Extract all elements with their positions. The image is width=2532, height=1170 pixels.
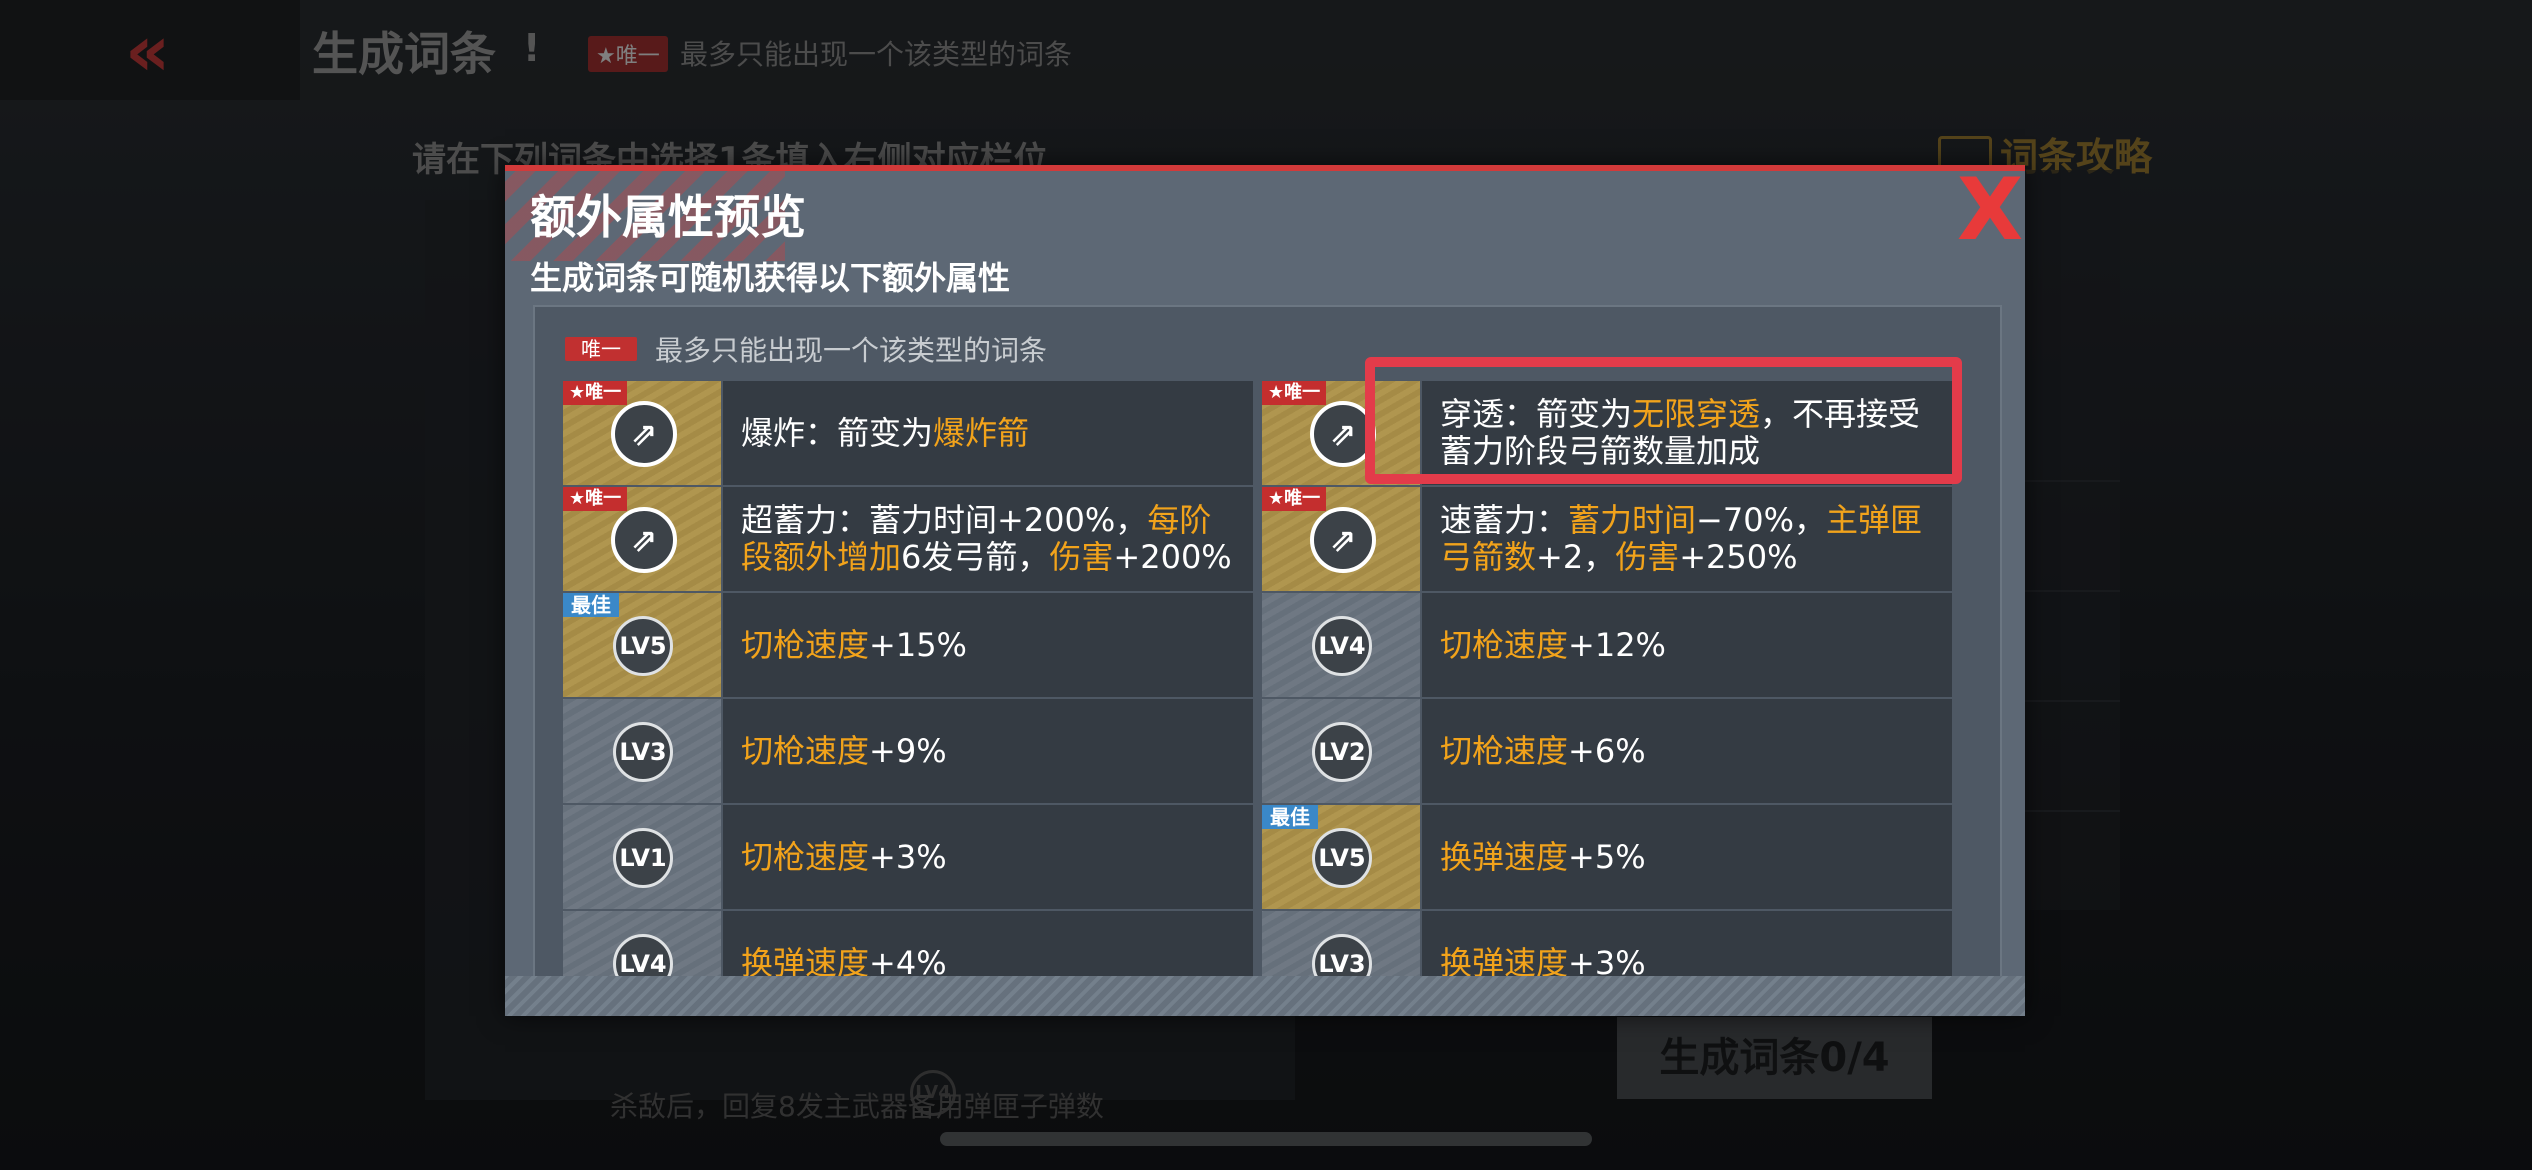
unique-badge: ★唯一 xyxy=(563,487,628,511)
highlight-text: 爆炸箭 xyxy=(933,413,1030,452)
unique-badge: ★唯一 xyxy=(1262,381,1327,405)
attribute-text-box: 切枪速度+6% xyxy=(1422,699,1952,803)
attribute-description: 切枪速度+6% xyxy=(1440,699,1940,803)
arrow-skill-icon: ⇗ xyxy=(1310,507,1376,573)
plain-text: 超蓄力：蓄力时间+200%， xyxy=(741,501,1148,539)
plain-text: 爆炸：箭变为 xyxy=(741,413,934,452)
attribute-description: 切枪速度+3% xyxy=(741,805,1241,909)
highlight-text: 换弹速度 xyxy=(741,943,870,979)
modal-title: 额外属性预览 xyxy=(530,190,806,244)
best-badge: 最佳 xyxy=(1262,805,1318,829)
attribute-description: 速蓄力：蓄力时间−70%，主弹匣弓箭数+2，伤害+250% xyxy=(1440,487,1940,591)
attribute-icon-box: LV2 xyxy=(1262,699,1420,803)
attribute-icon-box: LV4 xyxy=(563,911,721,977)
level-icon: LV4 xyxy=(613,934,673,977)
plain-text: +9% xyxy=(869,731,947,770)
attribute-description: 换弹速度+3% xyxy=(1440,911,1940,979)
unique-badge: ★唯一 xyxy=(1262,487,1327,511)
plain-text: −70%， xyxy=(1696,501,1826,539)
plain-text: +4% xyxy=(869,943,947,979)
arrow-skill-icon: ⇗ xyxy=(611,401,677,467)
highlight-text: 蓄力时间 xyxy=(1568,501,1697,539)
attribute-text-box: 超蓄力：蓄力时间+200%，每阶段额外增加6发弓箭，伤害+200% xyxy=(723,487,1253,591)
plain-text: +12% xyxy=(1568,625,1666,664)
attribute-preview-modal: 额外属性预览 X 生成词条可随机获得以下额外属性 唯一 最多只能出现一个该类型的… xyxy=(505,165,2025,1016)
highlight-text: 切枪速度 xyxy=(1440,625,1569,664)
attribute-text-box: 切枪速度+9% xyxy=(723,699,1253,803)
level-icon: LV5 xyxy=(1312,828,1372,888)
level-icon: LV2 xyxy=(1312,722,1372,782)
attribute-description: 爆炸：箭变为爆炸箭 xyxy=(741,381,1241,485)
attribute-text-box: 爆炸：箭变为爆炸箭 xyxy=(723,381,1253,485)
close-button[interactable]: X xyxy=(1955,167,2025,253)
level-icon: LV3 xyxy=(1312,934,1372,977)
bottom-stripes xyxy=(505,976,2025,1016)
attribute-text-box: 速蓄力：蓄力时间−70%，主弹匣弓箭数+2，伤害+250% xyxy=(1422,487,1952,591)
level-icon: LV5 xyxy=(613,616,673,676)
highlight-text: 切枪速度 xyxy=(1440,731,1569,770)
attribute-text-box: 切枪速度+12% xyxy=(1422,593,1952,697)
plain-text: +3% xyxy=(869,837,947,876)
highlight-text: 伤害 xyxy=(1615,538,1680,576)
highlight-text: 切枪速度 xyxy=(741,837,870,876)
attribute-text-box: 切枪速度+15% xyxy=(723,593,1253,697)
plain-text: 速蓄力： xyxy=(1440,501,1569,539)
level-icon: LV3 xyxy=(613,722,673,782)
highlight-text: 伤害 xyxy=(1049,538,1114,576)
attribute-description: 换弹速度+5% xyxy=(1440,805,1940,909)
plain-text: +2， xyxy=(1536,538,1616,576)
attribute-icon-box: LV3 xyxy=(563,699,721,803)
attribute-icon-box: LV1 xyxy=(563,805,721,909)
legend-text: 最多只能出现一个该类型的词条 xyxy=(655,334,1048,367)
attribute-icon-box: ⇗ ★唯一 xyxy=(563,381,721,485)
plain-text: 6发弓箭， xyxy=(901,538,1050,576)
attribute-text-box: 换弹速度+4% xyxy=(723,911,1253,979)
plain-text: +3% xyxy=(1568,943,1646,979)
attribute-icon-box: ⇗ ★唯一 xyxy=(563,487,721,591)
attribute-text-box: 切枪速度+3% xyxy=(723,805,1253,909)
highlight-text: 切枪速度 xyxy=(741,731,870,770)
plain-text: +15% xyxy=(869,625,967,664)
attribute-description: 切枪速度+12% xyxy=(1440,593,1940,697)
legend-unique-tag: 唯一 xyxy=(565,337,637,361)
highlight-frame xyxy=(1365,357,1962,484)
attribute-icon-box: LV5 最佳 xyxy=(563,593,721,697)
attribute-icon-box: LV3 xyxy=(1262,911,1420,977)
plain-text: +250% xyxy=(1679,538,1798,576)
arrow-skill-icon: ⇗ xyxy=(611,507,677,573)
unique-badge: ★唯一 xyxy=(563,381,628,405)
attribute-description: 切枪速度+9% xyxy=(741,699,1241,803)
highlight-text: 换弹速度 xyxy=(1440,943,1569,979)
plain-text: +6% xyxy=(1568,731,1646,770)
level-icon: LV4 xyxy=(1312,616,1372,676)
modal-subtitle: 生成词条可随机获得以下额外属性 xyxy=(530,259,1011,297)
level-icon: LV1 xyxy=(613,828,673,888)
plain-text: +5% xyxy=(1568,837,1646,876)
attribute-icon-box: LV5 最佳 xyxy=(1262,805,1420,909)
plain-text: +200% xyxy=(1113,538,1232,576)
attribute-text-box: 换弹速度+5% xyxy=(1422,805,1952,909)
attribute-description: 切枪速度+15% xyxy=(741,593,1241,697)
highlight-text: 切枪速度 xyxy=(741,625,870,664)
highlight-text: 换弹速度 xyxy=(1440,837,1569,876)
best-badge: 最佳 xyxy=(563,593,619,617)
attribute-description: 超蓄力：蓄力时间+200%，每阶段额外增加6发弓箭，伤害+200% xyxy=(741,487,1241,591)
attribute-text-box: 换弹速度+3% xyxy=(1422,911,1952,979)
attribute-description: 换弹速度+4% xyxy=(741,911,1241,979)
attribute-icon-box: ⇗ ★唯一 xyxy=(1262,487,1420,591)
attribute-icon-box: LV4 xyxy=(1262,593,1420,697)
